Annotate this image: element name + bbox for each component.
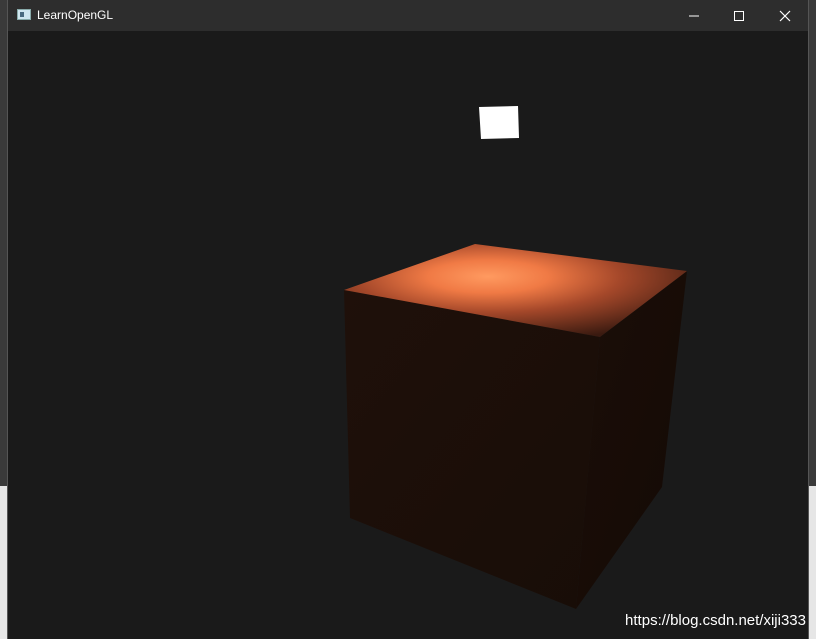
maximize-icon — [733, 10, 744, 21]
app-window-icon[interactable] — [17, 9, 31, 20]
opengl-viewport[interactable]: https://blog.csdn.net/xiji333 — [8, 31, 808, 639]
close-button[interactable] — [762, 0, 807, 31]
cube-front-face — [344, 290, 600, 609]
app-window: LearnOpenGL https://blog.csdn.net/xiji33… — [8, 0, 808, 639]
title-bar[interactable]: LearnOpenGL — [8, 0, 808, 32]
watermark-text: https://blog.csdn.net/xiji333 — [625, 612, 806, 629]
rendered-scene — [344, 106, 687, 609]
background-window-edge — [808, 486, 816, 639]
window-title: LearnOpenGL — [37, 8, 114, 22]
maximize-button[interactable] — [716, 0, 761, 31]
close-icon — [779, 10, 790, 21]
light-source — [479, 106, 519, 139]
minimize-button[interactable] — [671, 0, 716, 31]
minimize-icon — [688, 15, 699, 16]
